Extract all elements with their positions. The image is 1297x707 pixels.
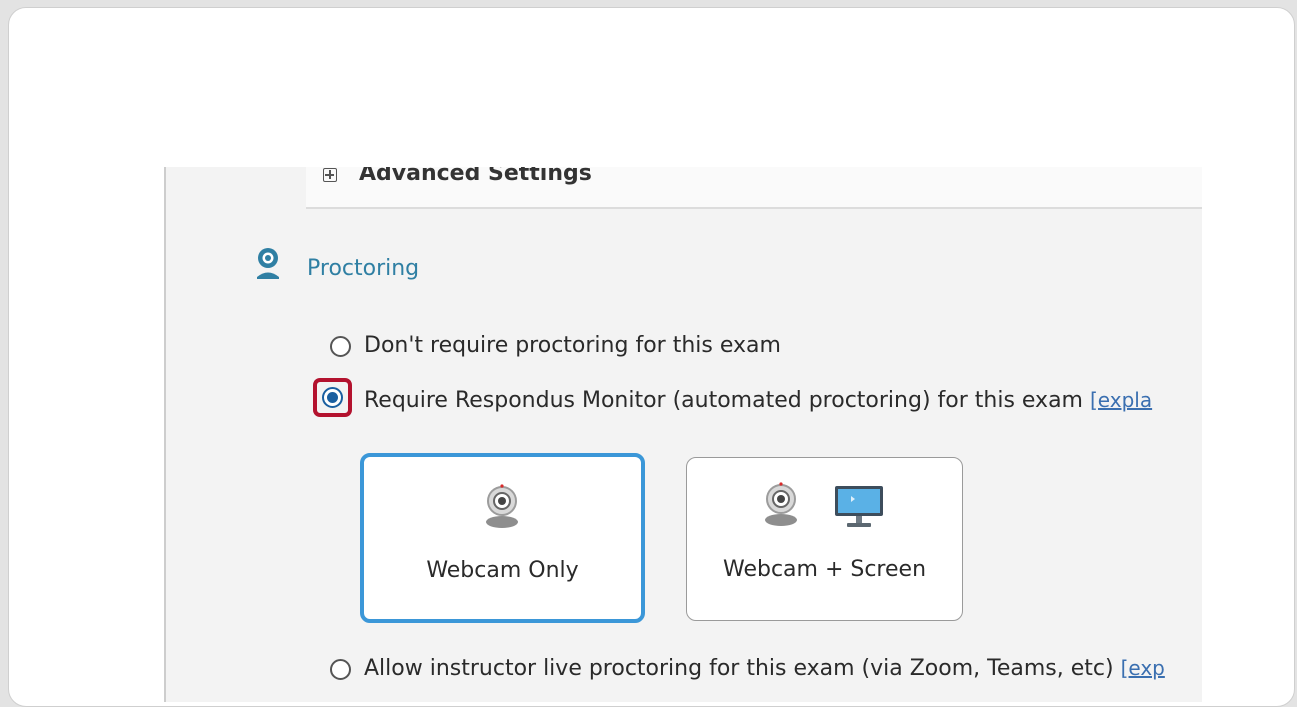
webcam-icon — [257, 248, 279, 279]
mode-webcam-screen-label[interactable]: Webcam + Screen — [687, 557, 962, 582]
option-respondus-monitor-label[interactable]: Require Respondus Monitor (automated pro… — [364, 388, 1152, 413]
screenshot-card: Advanced Settings Proctoring Don't requi… — [8, 7, 1295, 707]
mode-webcam-only[interactable]: Webcam Only — [360, 453, 645, 623]
mode-webcam-screen[interactable]: Webcam + Screen — [686, 457, 963, 621]
webcam-icon — [765, 482, 797, 526]
mode-icons — [687, 482, 962, 534]
radio-respondus-monitor[interactable] — [322, 387, 343, 408]
proctoring-heading: Proctoring — [307, 256, 420, 281]
option-no-proctoring-label[interactable]: Don't require proctoring for this exam — [364, 333, 781, 358]
plus-square-icon[interactable] — [323, 168, 337, 182]
advanced-settings-bar[interactable]: Advanced Settings — [306, 167, 1202, 209]
radio-live-proctoring[interactable] — [330, 659, 351, 680]
explain-link[interactable]: [expla — [1090, 388, 1152, 412]
monitor-icon — [835, 486, 883, 527]
option-live-proctoring-label[interactable]: Allow instructor live proctoring for thi… — [364, 656, 1165, 681]
webcam-icon — [486, 484, 518, 528]
mode-icons — [364, 483, 641, 533]
explain-link[interactable]: [exp — [1121, 656, 1165, 680]
mode-webcam-only-label[interactable]: Webcam Only — [364, 558, 641, 583]
radio-no-proctoring[interactable] — [330, 336, 351, 357]
option-live-proctoring-text[interactable]: Allow instructor live proctoring for thi… — [364, 656, 1114, 681]
advanced-settings-label[interactable]: Advanced Settings — [359, 167, 592, 186]
exam-settings-panel: Advanced Settings Proctoring Don't requi… — [164, 167, 1202, 702]
option-respondus-monitor-text[interactable]: Require Respondus Monitor (automated pro… — [364, 388, 1083, 413]
